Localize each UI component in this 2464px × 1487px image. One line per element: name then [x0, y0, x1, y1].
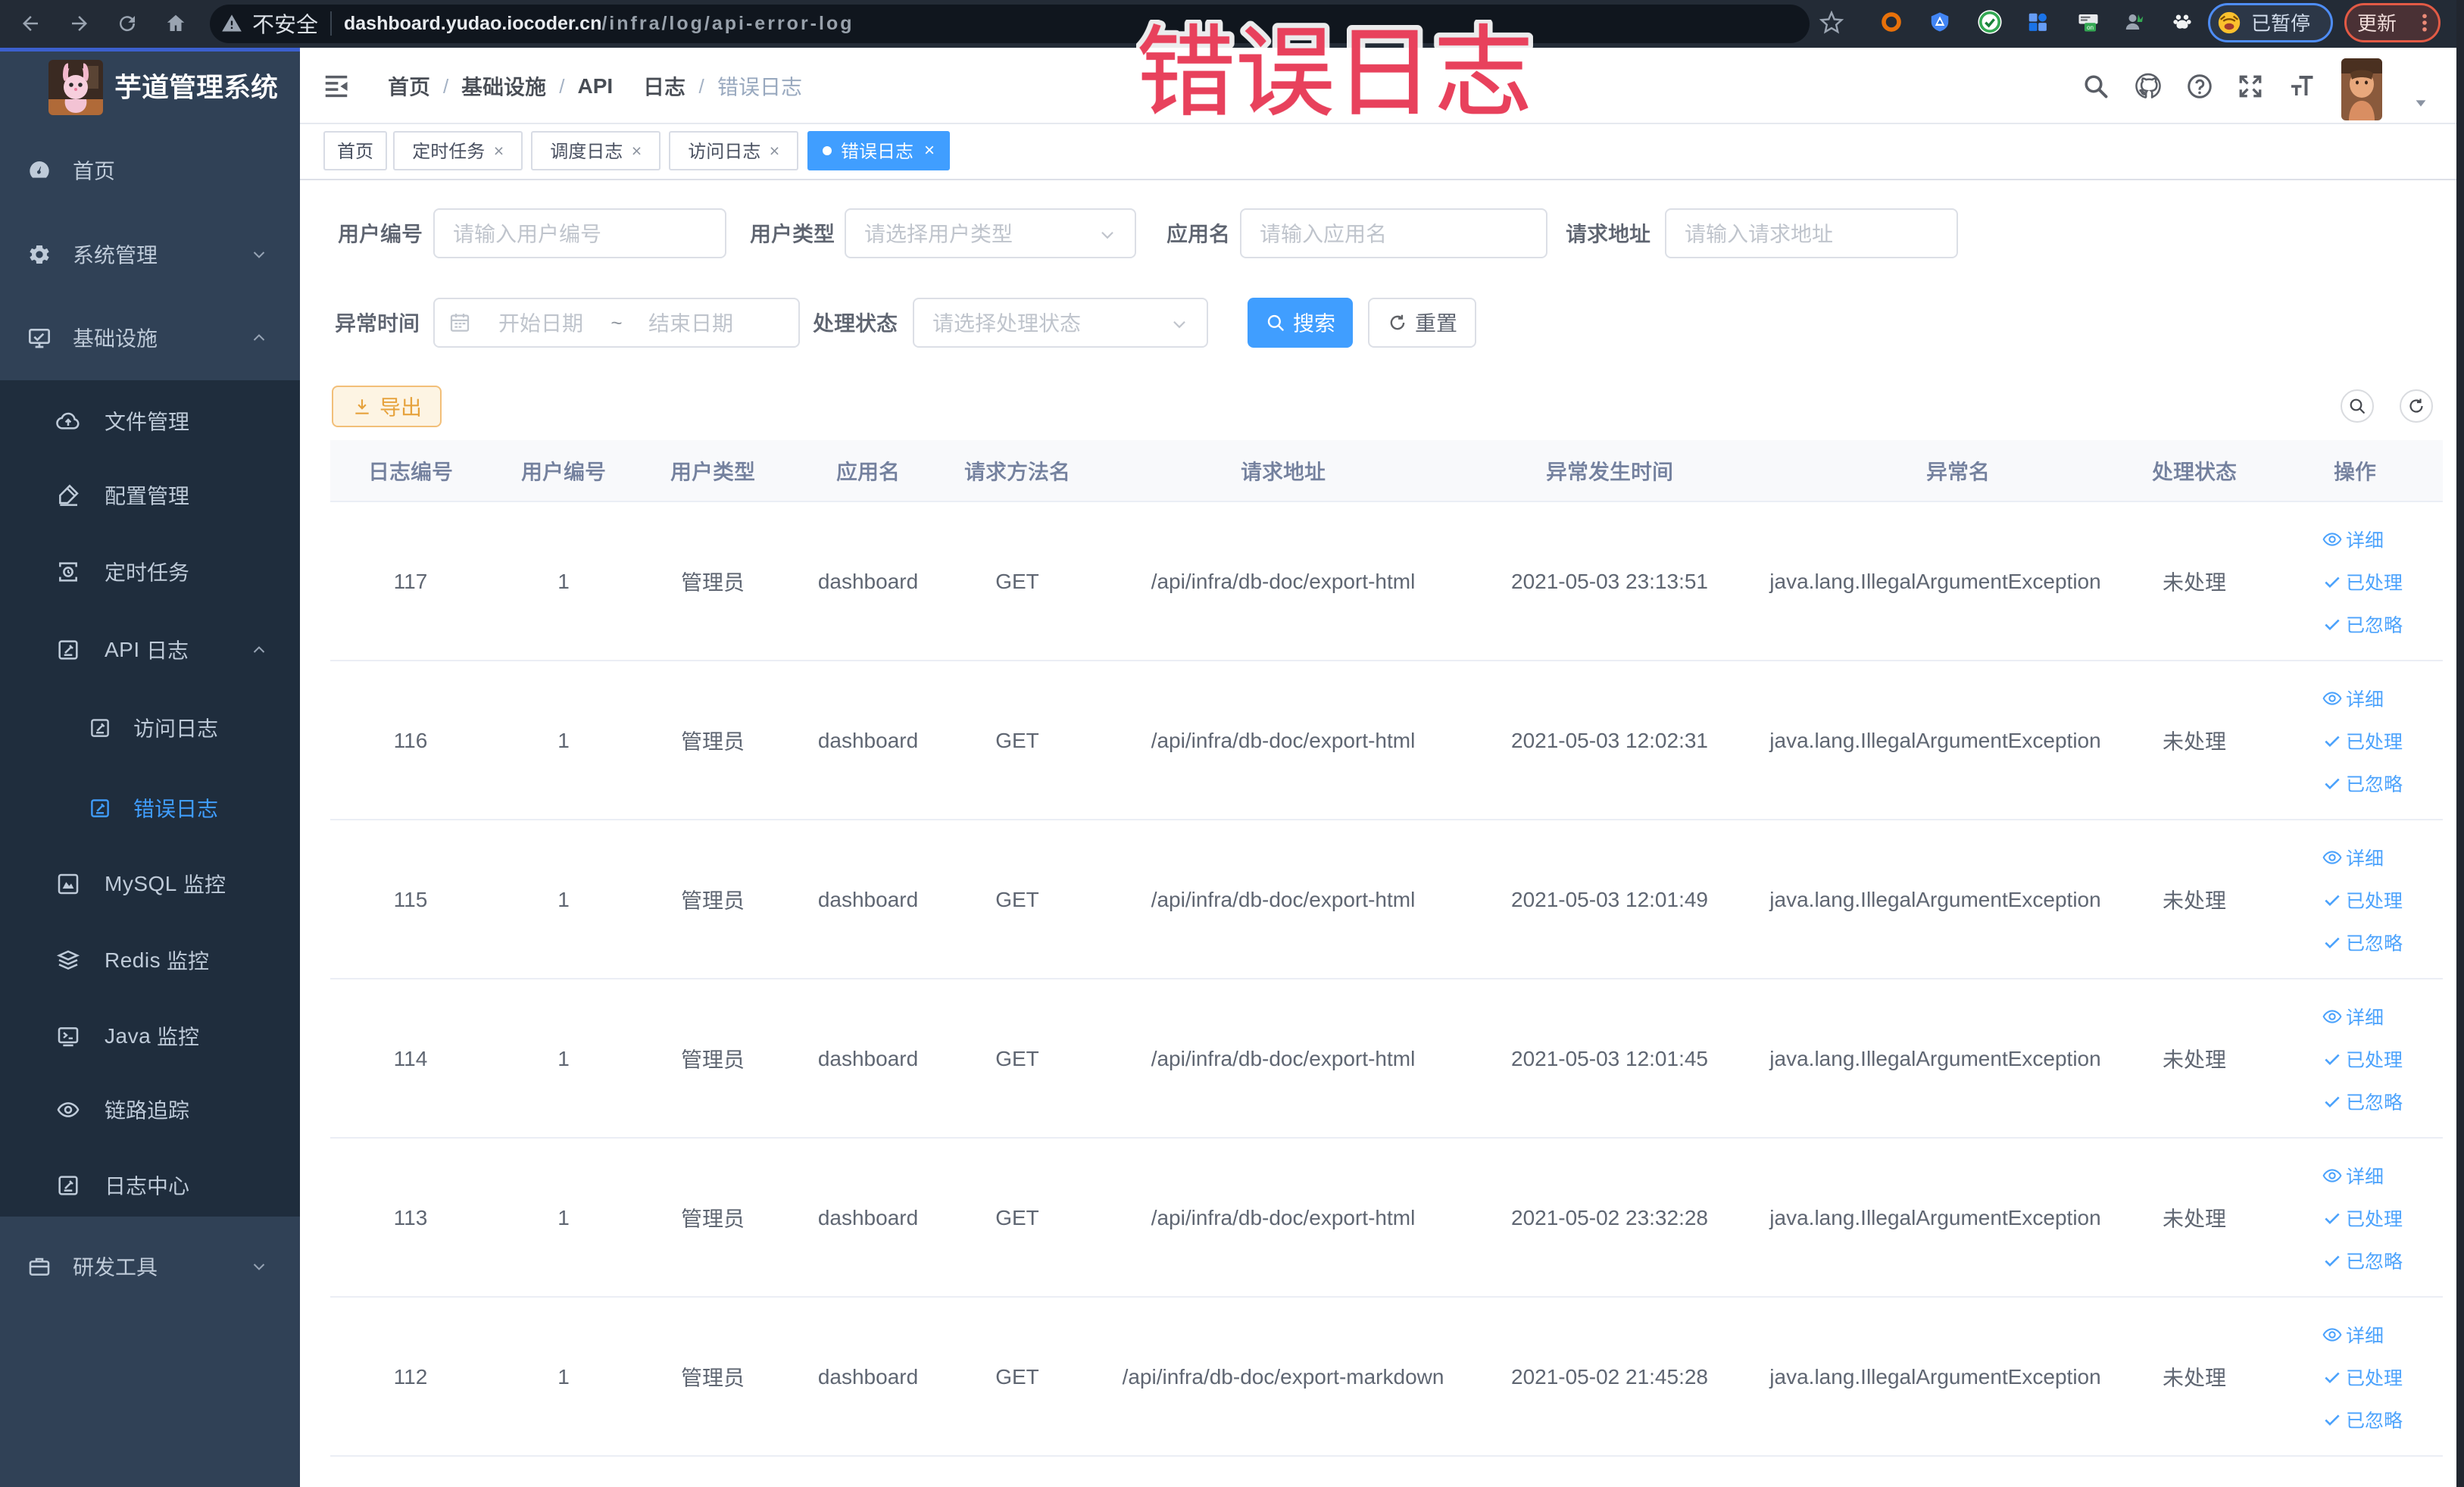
svg-text:on: on: [2087, 24, 2094, 31]
